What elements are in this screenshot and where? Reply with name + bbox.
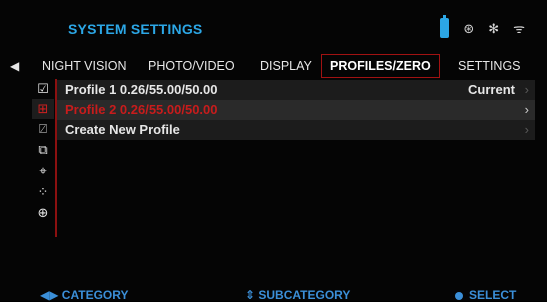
reticle-icon[interactable]: ⊕ (32, 203, 54, 223)
screen: SYSTEM SETTINGS ⊛ ✻ ᯤ ◀ NIGHT VISION PHO… (0, 0, 547, 302)
list-item-profile-1[interactable]: Profile 1 0.26/55.00/50.00 Current › (57, 80, 535, 100)
select-hint: SELECT (469, 288, 517, 302)
back-arrow-icon[interactable]: ◀ (10, 55, 19, 77)
list-item-create-profile[interactable]: Create New Profile › (57, 120, 535, 140)
page-title: SYSTEM SETTINGS (68, 21, 203, 37)
chevron-right-icon: › (524, 122, 529, 137)
multi-dot-icon[interactable]: ⁘ (32, 182, 54, 202)
tab-profiles-zero[interactable]: PROFILES/ZERO (321, 54, 440, 78)
category-hint: CATEGORY (61, 288, 129, 302)
tab-photo-video[interactable]: PHOTO/VIDEO (148, 55, 235, 77)
category-tabs: ◀ NIGHT VISION PHOTO/VIDEO DISPLAY PROFI… (0, 54, 547, 78)
create-profile-icon[interactable]: ⍁ (32, 119, 54, 139)
wifi-connected-icon: ⊛ (463, 20, 475, 36)
profile-list: Profile 1 0.26/55.00/50.00 Current › Pro… (57, 80, 535, 140)
current-badge: Current (468, 82, 515, 97)
tab-settings[interactable]: SETTINGS (458, 55, 521, 77)
footer-select: SELECT (455, 288, 516, 302)
footer-hints: ◀▶ CATEGORY ⇕ SUBCATEGORY SELECT (0, 288, 547, 302)
icon-rail: ☑ ⊞ ⍁ ⧉ ⌖ ⁘ ⊕ (32, 79, 54, 239)
edit-profile-icon[interactable]: ⧉ (32, 140, 54, 160)
footer-category: ◀▶ CATEGORY (40, 288, 129, 302)
create-profile-label: Create New Profile (65, 122, 180, 137)
subcategory-hint: SUBCATEGORY (258, 288, 351, 302)
bluetooth-icon: ✻ (488, 20, 500, 36)
battery-icon (440, 15, 450, 38)
checkbox-icon[interactable]: ☑ (32, 79, 54, 99)
tab-night-vision[interactable]: NIGHT VISION (42, 55, 127, 77)
tab-display[interactable]: DISPLAY (260, 55, 312, 77)
delete-profile-icon[interactable]: ⊞ (32, 99, 54, 119)
select-dot-icon (455, 291, 463, 300)
wifi-icon: ᯤ (513, 20, 525, 36)
profile-label: Profile 2 0.26/55.00/50.00 (65, 102, 218, 117)
status-icons: ⊛ ✻ ᯤ (440, 15, 525, 41)
chevron-right-icon: › (524, 82, 529, 97)
footer-subcategory: ⇕ SUBCATEGORY (245, 288, 351, 302)
list-item-profile-2[interactable]: Profile 2 0.26/55.00/50.00 › (57, 100, 535, 120)
chevron-right-icon: › (524, 102, 529, 117)
crosshair-zero-icon[interactable]: ⌖ (32, 161, 54, 181)
profile-label: Profile 1 0.26/55.00/50.00 (65, 82, 218, 97)
